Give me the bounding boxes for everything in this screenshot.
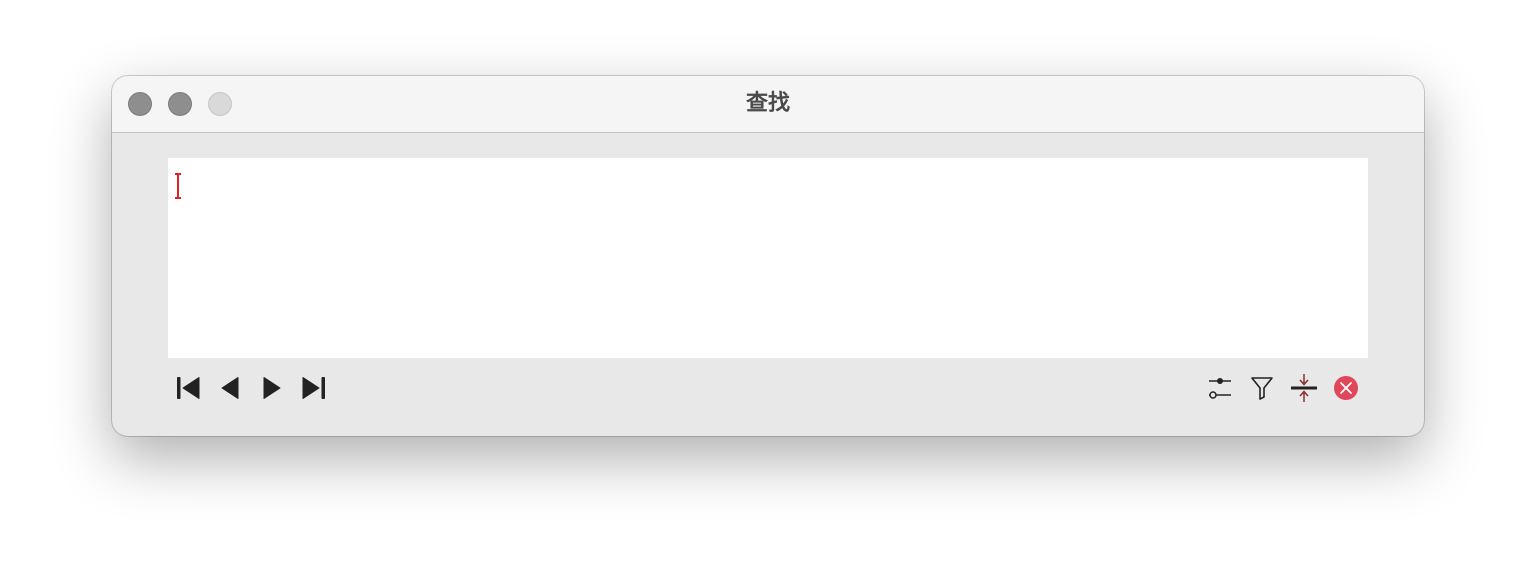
- title-bar[interactable]: 查找: [112, 76, 1424, 133]
- search-options-button[interactable]: [1206, 374, 1234, 402]
- find-window: 查找: [112, 76, 1424, 436]
- last-match-button[interactable]: [300, 374, 328, 402]
- filter-button[interactable]: [1248, 374, 1276, 402]
- collapse-icon: [1291, 374, 1317, 402]
- skip-to-first-icon: [177, 377, 200, 399]
- collapse-button[interactable]: [1290, 374, 1318, 402]
- options-sliders-icon: [1209, 378, 1231, 399]
- next-match-button[interactable]: [258, 374, 286, 402]
- close-circle-icon: [1334, 376, 1358, 400]
- close-find-button[interactable]: [1332, 374, 1360, 402]
- search-input[interactable]: [168, 158, 1368, 358]
- skip-to-last-icon: [302, 377, 325, 399]
- next-icon: [263, 377, 281, 399]
- window-title: 查找: [745, 91, 790, 116]
- first-match-button[interactable]: [174, 374, 202, 402]
- filter-icon: [1251, 377, 1273, 400]
- previous-match-button[interactable]: [216, 374, 244, 402]
- previous-icon: [221, 377, 239, 399]
- text-cursor-icon: [175, 173, 181, 199]
